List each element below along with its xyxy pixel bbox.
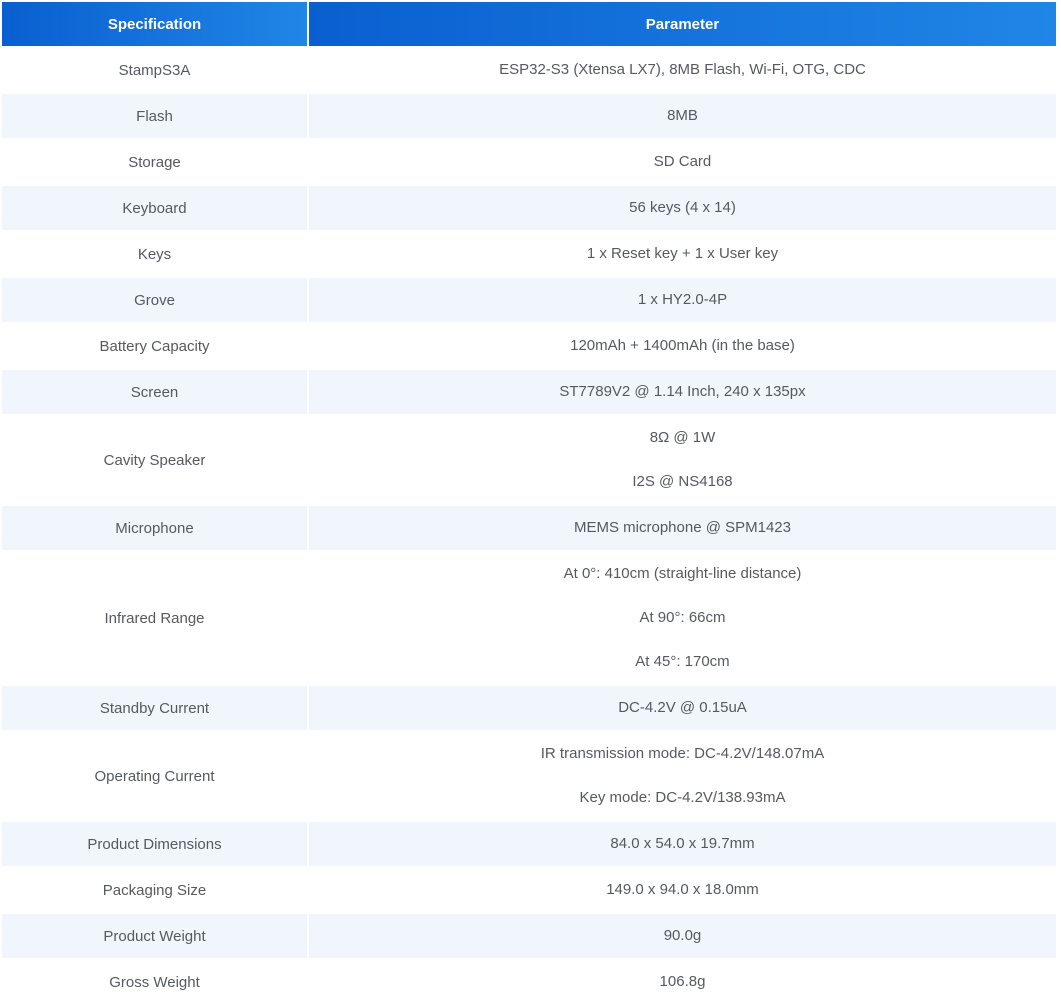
spec-cell: Keyboard <box>2 186 307 230</box>
parameter-cell: 1 x Reset key + 1 x User key <box>309 232 1056 276</box>
parameter-cell: 1 x HY2.0-4P <box>309 278 1056 322</box>
table-row: Operating Current IR transmission mode: D… <box>2 732 1056 820</box>
parameter-cell: At 0°: 410cm (straight-line distance) At … <box>309 552 1056 684</box>
table-row: Grove 1 x HY2.0-4P <box>2 278 1056 322</box>
parameter-line: DC-4.2V @ 0.15uA <box>618 699 747 716</box>
header-specification: Specification <box>2 2 307 46</box>
table-row: Microphone MEMS microphone @ SPM1423 <box>2 506 1056 550</box>
table-row: Gross Weight 106.8g <box>2 960 1056 1004</box>
spec-cell: Operating Current <box>2 732 307 820</box>
spec-cell: Screen <box>2 370 307 414</box>
spec-cell: Flash <box>2 94 307 138</box>
parameter-cell: 8Ω @ 1W I2S @ NS4168 <box>309 416 1056 504</box>
spec-cell: StampS3A <box>2 48 307 92</box>
parameter-cell: 149.0 x 94.0 x 18.0mm <box>309 868 1056 912</box>
table-row: Product Weight 90.0g <box>2 914 1056 958</box>
parameter-line: 90.0g <box>663 927 702 944</box>
parameter-line: MEMS microphone @ SPM1423 <box>574 519 791 536</box>
parameter-cell: DC-4.2V @ 0.15uA <box>309 686 1056 730</box>
spec-cell: Storage <box>2 140 307 184</box>
parameter-cell: 56 keys (4 x 14) <box>309 186 1056 230</box>
table-row: Screen ST7789V2 @ 1.14 Inch, 240 x 135px <box>2 370 1056 414</box>
parameter-line: 8MB <box>667 107 698 124</box>
table-row: Keyboard 56 keys (4 x 14) <box>2 186 1056 230</box>
table-row: Flash 8MB <box>2 94 1056 138</box>
parameter-line: 149.0 x 94.0 x 18.0mm <box>606 881 759 898</box>
spec-cell: Standby Current <box>2 686 307 730</box>
spec-cell: Packaging Size <box>2 868 307 912</box>
parameter-line: At 45°: 170cm <box>635 653 730 670</box>
parameter-cell: IR transmission mode: DC-4.2V/148.07mA Ke… <box>309 732 1056 820</box>
table-row: Product Dimensions 84.0 x 54.0 x 19.7mm <box>2 822 1056 866</box>
parameter-cell: SD Card <box>309 140 1056 184</box>
parameter-line: At 0°: 410cm (straight-line distance) <box>563 565 802 582</box>
parameter-line: ESP32-S3 (Xtensa LX7), 8MB Flash, Wi-Fi,… <box>499 61 866 78</box>
parameter-line: 1 x HY2.0-4P <box>637 291 728 308</box>
parameter-line: 84.0 x 54.0 x 19.7mm <box>610 835 755 852</box>
spec-cell: Cavity Speaker <box>2 416 307 504</box>
parameter-line: SD Card <box>653 153 712 170</box>
table-row: StampS3A ESP32-S3 (Xtensa LX7), 8MB Flash… <box>2 48 1056 92</box>
parameter-cell: ESP32-S3 (Xtensa LX7), 8MB Flash, Wi-Fi,… <box>309 48 1056 92</box>
parameter-cell: 84.0 x 54.0 x 19.7mm <box>309 822 1056 866</box>
spec-cell: Infrared Range <box>2 552 307 684</box>
parameter-line: 106.8g <box>659 973 706 990</box>
parameter-cell: 120mAh + 1400mAh (in the base) <box>309 324 1056 368</box>
spec-cell: Grove <box>2 278 307 322</box>
header-row: Specification Parameter <box>2 2 1056 46</box>
parameter-line: IR transmission mode: DC-4.2V/148.07mA <box>540 745 825 762</box>
spec-table: Specification Parameter StampS3A ESP32-S3… <box>0 0 1058 1006</box>
parameter-line: I2S @ NS4168 <box>632 473 733 490</box>
parameter-line: 56 keys (4 x 14) <box>629 199 736 216</box>
parameter-line: 1 x Reset key + 1 x User key <box>586 245 779 262</box>
parameter-cell: MEMS microphone @ SPM1423 <box>309 506 1056 550</box>
parameter-line: At 90°: 66cm <box>639 609 726 626</box>
parameter-line: Key mode: DC-4.2V/138.93mA <box>579 789 786 806</box>
spec-cell: Keys <box>2 232 307 276</box>
spec-cell: Battery Capacity <box>2 324 307 368</box>
spec-cell: Product Weight <box>2 914 307 958</box>
parameter-line: 8Ω @ 1W <box>649 429 716 446</box>
table-row: Keys 1 x Reset key + 1 x User key <box>2 232 1056 276</box>
spec-table-body: StampS3A ESP32-S3 (Xtensa LX7), 8MB Flash… <box>2 48 1056 1004</box>
header-parameter: Parameter <box>309 2 1056 46</box>
table-row: Packaging Size 149.0 x 94.0 x 18.0mm <box>2 868 1056 912</box>
parameter-line: ST7789V2 @ 1.14 Inch, 240 x 135px <box>559 383 806 400</box>
parameter-cell: 90.0g <box>309 914 1056 958</box>
spec-cell: Product Dimensions <box>2 822 307 866</box>
table-row: Storage SD Card <box>2 140 1056 184</box>
parameter-cell: 8MB <box>309 94 1056 138</box>
parameter-cell: 106.8g <box>309 960 1056 1004</box>
table-row: Cavity Speaker 8Ω @ 1W I2S @ NS4168 <box>2 416 1056 504</box>
table-row: Standby Current DC-4.2V @ 0.15uA <box>2 686 1056 730</box>
table-row: Battery Capacity 120mAh + 1400mAh (in the… <box>2 324 1056 368</box>
parameter-cell: ST7789V2 @ 1.14 Inch, 240 x 135px <box>309 370 1056 414</box>
spec-cell: Microphone <box>2 506 307 550</box>
table-row: Infrared Range At 0°: 410cm (straight-lin… <box>2 552 1056 684</box>
parameter-line: 120mAh + 1400mAh (in the base) <box>570 337 795 354</box>
spec-cell: Gross Weight <box>2 960 307 1004</box>
